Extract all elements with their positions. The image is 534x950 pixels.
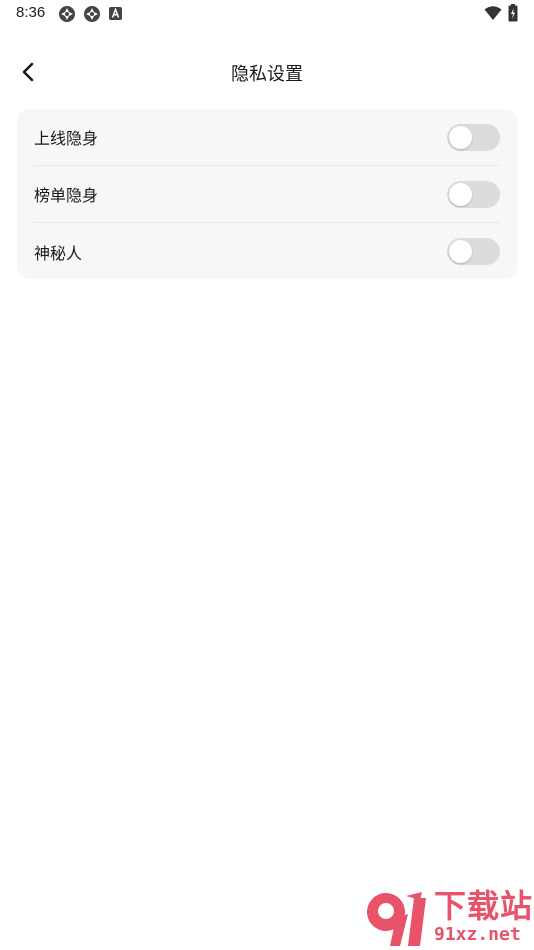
privacy-settings-screen: 8:36 隐私设置 上线隐身 榜单隐身 神秘人 下载站 91xz.net <box>0 0 534 950</box>
keyboard-a-icon <box>109 7 122 20</box>
watermark-logo <box>367 892 426 946</box>
toggle-knob <box>449 126 472 149</box>
toggle-knob <box>449 240 472 263</box>
toggle-knob <box>449 183 472 206</box>
header: 隐私设置 <box>0 44 534 100</box>
setting-row-online-invisible: 上线隐身 <box>34 109 500 166</box>
setting-label: 神秘人 <box>34 243 83 263</box>
watermark-title: 下载站 <box>434 887 534 925</box>
privacy-settings-card: 上线隐身 榜单隐身 神秘人 <box>17 109 517 279</box>
site-watermark: 下载站 91xz.net <box>362 888 534 950</box>
app-notification-icon <box>84 6 100 22</box>
status-bar: 8:36 <box>0 0 534 28</box>
online-invisible-toggle[interactable] <box>447 124 500 151</box>
mystery-person-toggle[interactable] <box>447 238 500 265</box>
setting-label: 榜单隐身 <box>34 186 99 205</box>
battery-charging-icon <box>508 4 518 22</box>
setting-label: 上线隐身 <box>34 129 99 148</box>
app-notification-icon <box>59 6 75 22</box>
setting-row-ranking-invisible: 榜单隐身 <box>34 166 500 223</box>
page-title: 隐私设置 <box>231 64 303 85</box>
status-time: 8:36 <box>16 4 46 21</box>
ranking-invisible-toggle[interactable] <box>447 181 500 208</box>
wifi-icon <box>484 6 502 20</box>
watermark-url: 91xz.net <box>434 924 521 945</box>
setting-row-mystery-person: 神秘人 <box>34 223 500 280</box>
